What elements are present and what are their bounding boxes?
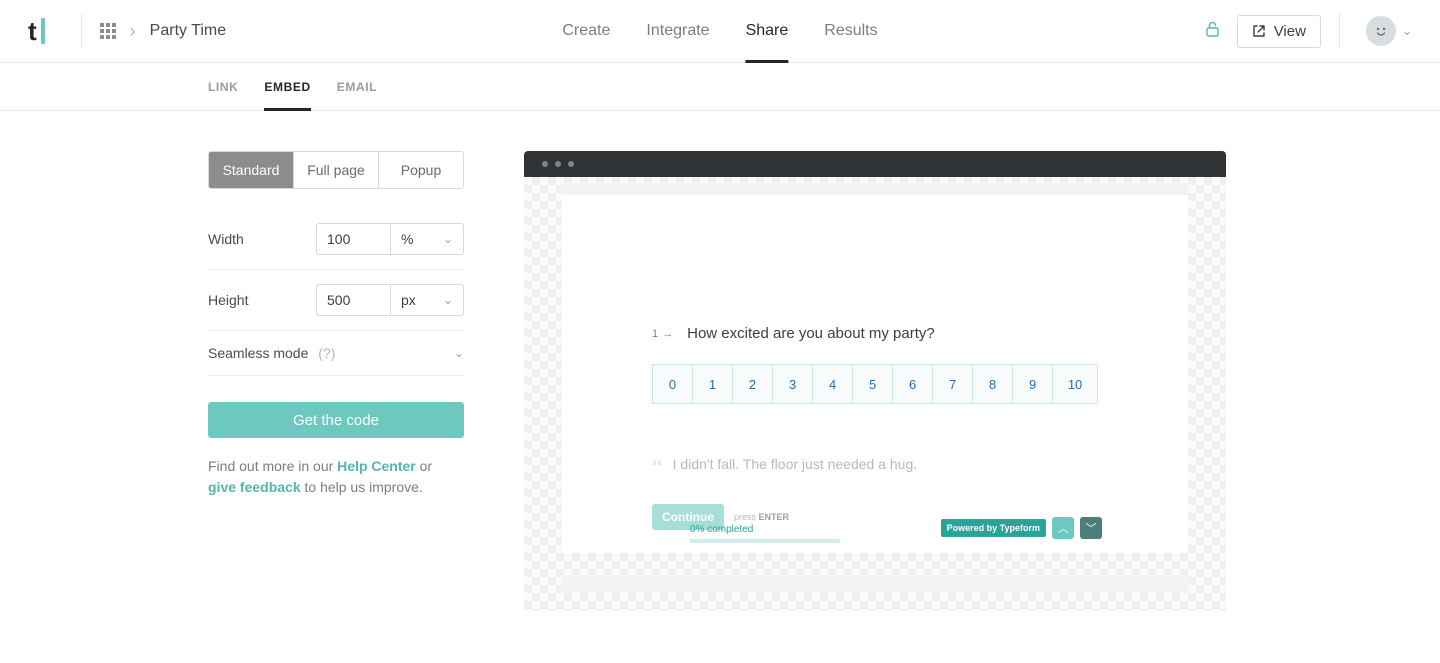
height-label: Height [208, 292, 248, 308]
nav-share[interactable]: Share [746, 0, 789, 63]
scale-option[interactable]: 7 [932, 364, 972, 404]
help-text: Find out more in our Help Center or give… [208, 456, 464, 498]
nav-create[interactable]: Create [562, 0, 610, 63]
subnav-link[interactable]: LINK [208, 63, 238, 111]
nav-integrate[interactable]: Integrate [646, 0, 709, 63]
divider [81, 14, 82, 48]
avatar [1366, 16, 1396, 46]
quote-text: I didn't fall. The floor just needed a h… [673, 456, 917, 472]
get-code-button[interactable]: Get the code [208, 402, 464, 438]
divider [1339, 14, 1340, 48]
width-input[interactable] [316, 223, 390, 255]
subnav-embed[interactable]: EMBED [264, 63, 310, 111]
question-number: 1 → [652, 328, 673, 340]
view-button-label: View [1274, 23, 1306, 40]
scale-option[interactable]: 8 [972, 364, 1012, 404]
share-subnav: LINK EMBED EMAIL [0, 63, 1440, 111]
help-center-link[interactable]: Help Center [337, 458, 416, 474]
embed-mode-segment: Standard Full page Popup [208, 151, 464, 189]
logo[interactable]: t [28, 16, 45, 47]
scale-option[interactable]: 5 [852, 364, 892, 404]
form-nav-down-button[interactable]: ﹀ [1080, 517, 1102, 539]
scale-option[interactable]: 2 [732, 364, 772, 404]
nav-results[interactable]: Results [824, 0, 877, 63]
chevron-down-icon: ⌄ [454, 346, 464, 360]
seamless-mode-row[interactable]: Seamless mode (?) ⌄ [208, 331, 464, 376]
workspace-grid-icon[interactable] [100, 23, 116, 39]
embedded-form-preview: 1 → How excited are you about my party? … [562, 183, 1188, 553]
chevron-down-icon: ⌄ [1402, 24, 1412, 38]
scale-option[interactable]: 1 [692, 364, 732, 404]
mode-popup[interactable]: Popup [379, 152, 463, 188]
height-unit-label: px [401, 292, 416, 308]
chevron-right-icon: › [130, 21, 136, 42]
progress-label: 0% completed [690, 524, 840, 535]
external-link-icon [1252, 24, 1266, 38]
main-nav: Create Integrate Share Results [562, 0, 877, 63]
preview-window: 1 → How excited are you about my party? … [524, 151, 1226, 611]
progress-track [690, 539, 840, 543]
scale-option[interactable]: 10 [1052, 364, 1098, 404]
height-input[interactable] [316, 284, 390, 316]
seamless-help-icon[interactable]: (?) [318, 345, 335, 361]
width-unit-select[interactable]: % ⌄ [390, 223, 464, 255]
scale-option[interactable]: 6 [892, 364, 932, 404]
width-label: Width [208, 231, 244, 247]
subnav-email[interactable]: EMAIL [337, 63, 377, 111]
powered-by-badge[interactable]: Powered by Typeform [941, 519, 1046, 537]
height-unit-select[interactable]: px ⌄ [390, 284, 464, 316]
project-title: Party Time [150, 22, 226, 40]
mode-standard[interactable]: Standard [209, 152, 294, 188]
progress-indicator: 0% completed [690, 524, 840, 543]
scale-option[interactable]: 9 [1012, 364, 1052, 404]
preview-titlebar [524, 151, 1226, 177]
scale-option[interactable]: 0 [652, 364, 692, 404]
mode-fullpage[interactable]: Full page [294, 152, 379, 188]
width-unit-label: % [401, 231, 413, 247]
form-nav-up-button[interactable]: ︿ [1052, 517, 1074, 539]
question-text: How excited are you about my party? [687, 325, 935, 342]
quote-icon: “ [652, 456, 663, 480]
opinion-scale: 0 1 2 3 4 5 6 7 8 9 10 [652, 364, 1098, 404]
chevron-down-icon: ⌄ [443, 293, 453, 307]
feedback-link[interactable]: give feedback [208, 479, 301, 495]
lock-icon[interactable] [1206, 21, 1219, 42]
embed-settings-panel: Standard Full page Popup Width % ⌄ Heigh… [208, 151, 464, 611]
arrow-right-icon: → [662, 328, 673, 340]
chevron-down-icon: ⌄ [443, 232, 453, 246]
seamless-label: Seamless mode [208, 345, 308, 361]
scale-option[interactable]: 3 [772, 364, 812, 404]
press-enter-hint: press ENTER [734, 512, 789, 522]
scale-option[interactable]: 4 [812, 364, 852, 404]
account-menu[interactable]: ⌄ [1366, 16, 1412, 46]
view-button[interactable]: View [1237, 15, 1321, 48]
